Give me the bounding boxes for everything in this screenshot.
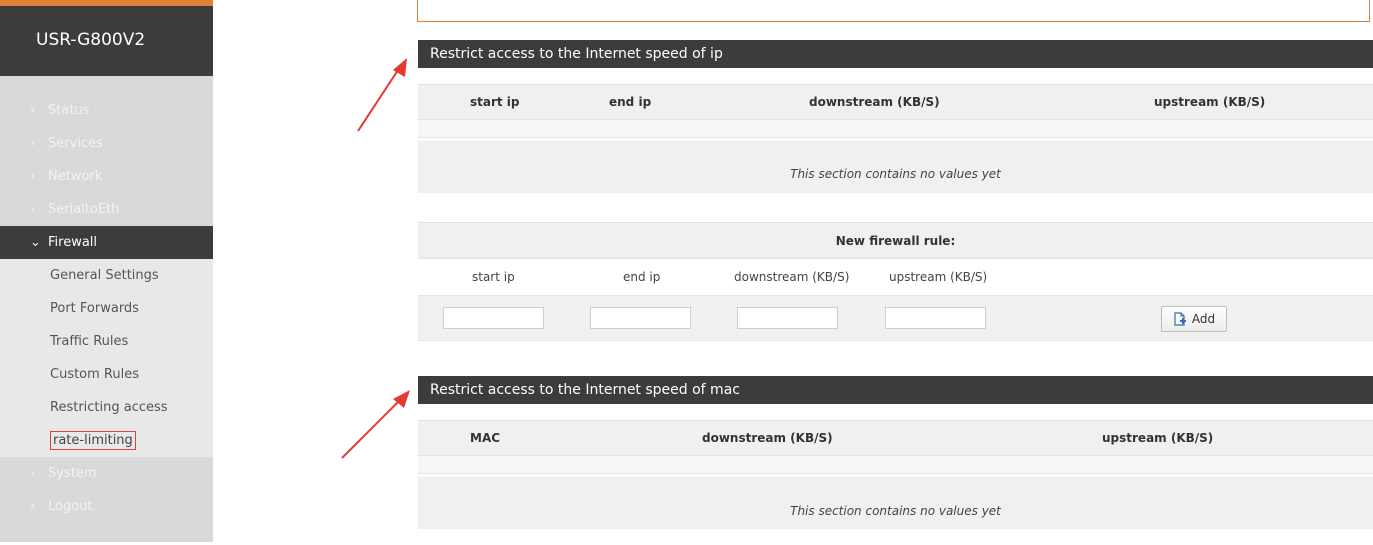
sidebar: USR-G800V2 › Status › Services › Network… bbox=[0, 0, 213, 542]
submenu-label: Port Forwards bbox=[50, 301, 139, 316]
ip-section-title: Restrict access to the Internet speed of… bbox=[418, 40, 1373, 68]
menu-item-label: Status bbox=[48, 103, 90, 118]
field-label: start ip bbox=[472, 270, 515, 284]
new-rule-labels: start ip end ip downstream (KB/S) upstre… bbox=[418, 259, 1373, 295]
add-button[interactable]: Add bbox=[1161, 306, 1227, 332]
menu-item-label: SerialtoEth bbox=[48, 202, 120, 217]
column-header: end ip bbox=[609, 95, 652, 109]
menu-item-label: Logout bbox=[48, 499, 93, 514]
field-label: upstream (KB/S) bbox=[889, 270, 988, 284]
submenu-item-general-settings[interactable]: General Settings bbox=[0, 259, 213, 292]
start-ip-input[interactable] bbox=[443, 307, 544, 329]
chevron-down-icon: ⌄ bbox=[30, 235, 41, 250]
field-label: downstream (KB/S) bbox=[734, 270, 850, 284]
menu-item-network[interactable]: › Network bbox=[0, 160, 213, 193]
column-header: upstream (KB/S) bbox=[1154, 95, 1266, 109]
brand-header: USR-G800V2 bbox=[0, 6, 213, 76]
mac-empty-message: This section contains no values yet bbox=[418, 477, 1373, 529]
submenu-label: Restricting access bbox=[50, 400, 168, 415]
add-document-icon bbox=[1174, 312, 1186, 326]
firewall-submenu: General Settings Port Forwards Traffic R… bbox=[0, 259, 213, 457]
mac-table-spacer bbox=[418, 456, 1373, 474]
submenu-item-rate-limiting[interactable]: rate-limiting bbox=[0, 424, 213, 457]
chevron-right-icon: › bbox=[30, 169, 36, 184]
mac-table-header: MAC downstream (KB/S) upstream (KB/S) bbox=[418, 420, 1373, 456]
submenu-item-custom-rules[interactable]: Custom Rules bbox=[0, 358, 213, 391]
chevron-right-icon: › bbox=[30, 103, 36, 118]
column-header: start ip bbox=[470, 95, 520, 109]
chevron-right-icon: › bbox=[30, 202, 36, 217]
submenu-label: Traffic Rules bbox=[50, 334, 129, 349]
submenu-item-port-forwards[interactable]: Port Forwards bbox=[0, 292, 213, 325]
end-ip-input[interactable] bbox=[590, 307, 691, 329]
main-menu: › Status › Services › Network › Serialto… bbox=[0, 94, 213, 523]
menu-item-logout[interactable]: › Logout bbox=[0, 490, 213, 523]
menu-item-label: Services bbox=[48, 136, 103, 151]
menu-item-label: Firewall bbox=[48, 235, 98, 250]
column-header: downstream (KB/S) bbox=[702, 431, 833, 445]
add-button-label: Add bbox=[1191, 312, 1216, 326]
menu-item-serialtoeth[interactable]: › SerialtoEth bbox=[0, 193, 213, 226]
menu-item-label: Network bbox=[48, 169, 103, 184]
chevron-right-icon: › bbox=[30, 466, 36, 481]
submenu-item-restricting-access[interactable]: Restricting access bbox=[0, 391, 213, 424]
ip-table-header: start ip end ip downstream (KB/S) upstre… bbox=[418, 84, 1373, 120]
ip-table-spacer bbox=[418, 120, 1373, 138]
menu-item-services[interactable]: › Services bbox=[0, 127, 213, 160]
chevron-right-icon: › bbox=[30, 136, 36, 151]
menu-item-firewall[interactable]: ⌄ Firewall bbox=[0, 226, 213, 259]
chevron-right-icon: › bbox=[30, 499, 36, 514]
field-label: end ip bbox=[623, 270, 661, 284]
menu-item-system[interactable]: › System bbox=[0, 457, 213, 490]
new-rule-title: New firewall rule: bbox=[418, 222, 1373, 259]
brand-title: USR-G800V2 bbox=[36, 30, 146, 50]
downstream-input[interactable] bbox=[737, 307, 838, 329]
submenu-item-traffic-rules[interactable]: Traffic Rules bbox=[0, 325, 213, 358]
column-header: MAC bbox=[470, 431, 501, 445]
annotation-arrow-icon bbox=[341, 390, 410, 459]
new-rule-inputs-row: Add bbox=[418, 295, 1373, 341]
submenu-label: Custom Rules bbox=[50, 367, 140, 382]
submenu-label: rate-limiting bbox=[50, 431, 136, 450]
ip-empty-message: This section contains no values yet bbox=[418, 141, 1373, 193]
submenu-label: General Settings bbox=[50, 268, 159, 283]
mac-section-title: Restrict access to the Internet speed of… bbox=[418, 376, 1373, 404]
column-header: upstream (KB/S) bbox=[1102, 431, 1214, 445]
annotation-arrow-icon bbox=[357, 58, 407, 132]
previous-section-frame bbox=[417, 0, 1370, 22]
upstream-input[interactable] bbox=[885, 307, 986, 329]
menu-item-status[interactable]: › Status bbox=[0, 94, 213, 127]
column-header: downstream (KB/S) bbox=[809, 95, 940, 109]
menu-item-label: System bbox=[48, 466, 97, 481]
